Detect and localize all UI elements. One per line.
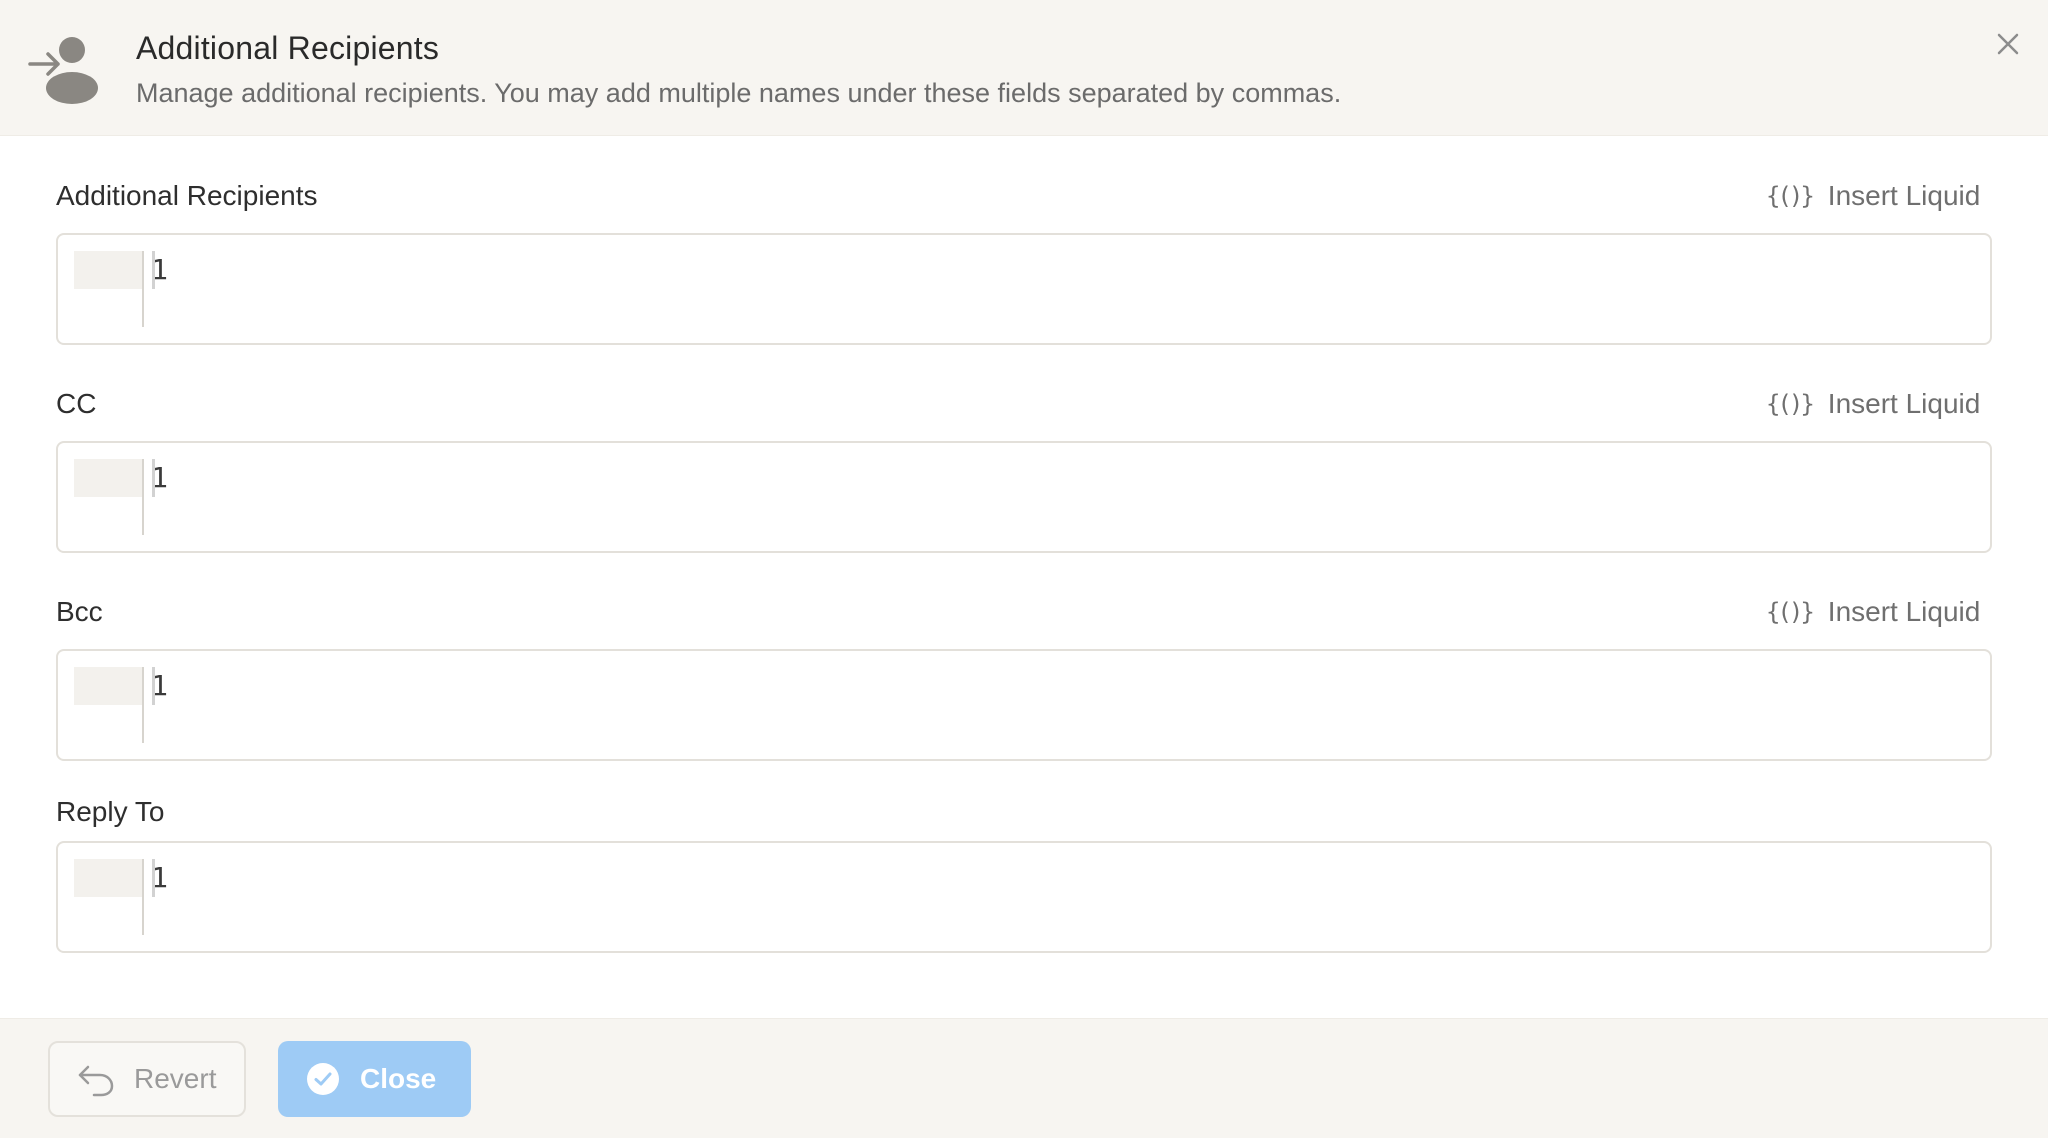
gutter-divider xyxy=(142,251,144,327)
reply-to-label: Reply To xyxy=(56,796,165,827)
cc-editor[interactable]: 1 xyxy=(56,441,1992,553)
check-circle-icon xyxy=(307,1063,339,1095)
cc-label: CC xyxy=(56,388,97,419)
reply-to-editor[interactable]: 1 xyxy=(56,841,1992,953)
liquid-braces-icon: {()} xyxy=(1766,182,1815,210)
additional-recipients-dialog: Additional Recipients Manage additional … xyxy=(0,0,2048,1138)
gutter-divider xyxy=(142,667,144,743)
line-number: 1 xyxy=(151,861,168,894)
text-cursor xyxy=(152,459,155,497)
revert-label: Revert xyxy=(134,1063,217,1094)
insert-liquid-label: Insert Liquid xyxy=(1827,388,1981,419)
close-button[interactable]: Close xyxy=(278,1041,471,1117)
line-number: 1 xyxy=(151,461,168,494)
line-number: 1 xyxy=(151,253,168,286)
insert-liquid-label: Insert Liquid xyxy=(1827,180,1981,211)
insert-liquid-button-cc[interactable]: {()} Insert Liquid xyxy=(1766,388,1980,420)
additional-recipients-label: Additional Recipients xyxy=(56,180,318,211)
close-label: Close xyxy=(360,1063,437,1094)
user-arrow-icon xyxy=(28,37,98,104)
text-cursor xyxy=(152,251,155,289)
insert-liquid-button-bcc[interactable]: {()} Insert Liquid xyxy=(1766,596,1980,628)
line-number: 1 xyxy=(151,669,168,702)
additional-recipients-editor[interactable]: 1 xyxy=(56,233,1992,345)
undo-icon xyxy=(78,1065,114,1097)
insert-liquid-label: Insert Liquid xyxy=(1827,596,1981,627)
bcc-label: Bcc xyxy=(56,596,103,627)
dialog-header: Additional Recipients Manage additional … xyxy=(0,0,2048,136)
text-cursor xyxy=(152,859,155,897)
text-cursor xyxy=(152,667,155,705)
dialog-title: Additional Recipients xyxy=(136,30,440,66)
revert-button[interactable]: Revert xyxy=(48,1041,246,1117)
liquid-braces-icon: {()} xyxy=(1766,390,1815,418)
bcc-editor[interactable]: 1 xyxy=(56,649,1992,761)
gutter-divider xyxy=(142,459,144,535)
liquid-braces-icon: {()} xyxy=(1766,598,1815,626)
dialog-subtitle: Manage additional recipients. You may ad… xyxy=(136,78,1342,108)
insert-liquid-button-additional-recipients[interactable]: {()} Insert Liquid xyxy=(1766,180,1980,212)
gutter-divider xyxy=(142,859,144,935)
close-icon[interactable] xyxy=(1990,26,2026,62)
dialog-footer: Revert Close xyxy=(0,1018,2048,1138)
